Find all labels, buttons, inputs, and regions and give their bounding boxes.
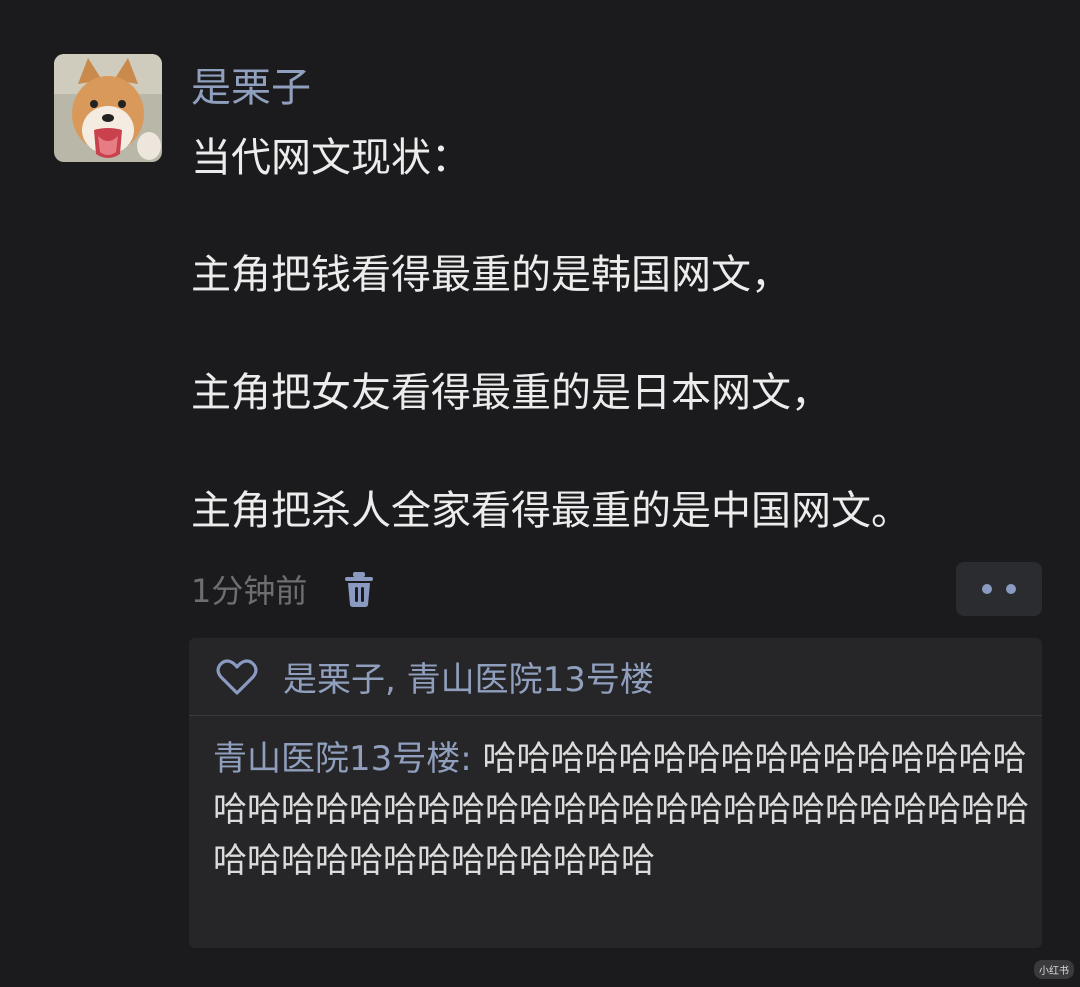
likes-row: 是栗子, 青山医院13号楼 xyxy=(189,638,1042,716)
comment-author[interactable]: 青山医院13号楼 xyxy=(213,739,460,779)
trash-icon[interactable] xyxy=(341,569,377,609)
post-line: 当代网文现状： xyxy=(191,135,471,181)
more-dots-icon xyxy=(982,584,992,594)
comment-separator: : xyxy=(460,739,483,779)
likes-names[interactable]: 是栗子, 青山医院13号楼 xyxy=(283,652,654,701)
post-line: 主角把女友看得最重的是日本网文， xyxy=(191,370,831,416)
more-dots-icon xyxy=(1006,584,1016,594)
more-button[interactable] xyxy=(956,562,1042,616)
post-line: 主角把杀人全家看得最重的是中国网文。 xyxy=(191,488,911,534)
post-content: 当代网文现状： 主角把钱看得最重的是韩国网文， 主角把女友看得最重的是日本网文，… xyxy=(191,132,1051,537)
heart-icon[interactable] xyxy=(215,657,259,697)
watermark-logo: 小红书 xyxy=(1034,960,1074,979)
author-name[interactable]: 是栗子 xyxy=(191,62,311,114)
comment: 青山医院13号楼: 哈哈哈哈哈哈哈哈哈哈哈哈哈哈哈哈哈哈哈哈哈哈哈哈哈哈哈哈哈哈… xyxy=(189,716,1042,887)
post-timestamp: 1分钟前 xyxy=(191,572,308,610)
post-meta: 1分钟前 xyxy=(191,562,377,616)
shiba-dog-avatar-icon xyxy=(54,54,162,162)
post-line: 主角把钱看得最重的是韩国网文， xyxy=(191,252,791,298)
avatar[interactable] xyxy=(54,54,162,162)
interaction-panel: 是栗子, 青山医院13号楼 青山医院13号楼: 哈哈哈哈哈哈哈哈哈哈哈哈哈哈哈哈… xyxy=(189,638,1042,948)
